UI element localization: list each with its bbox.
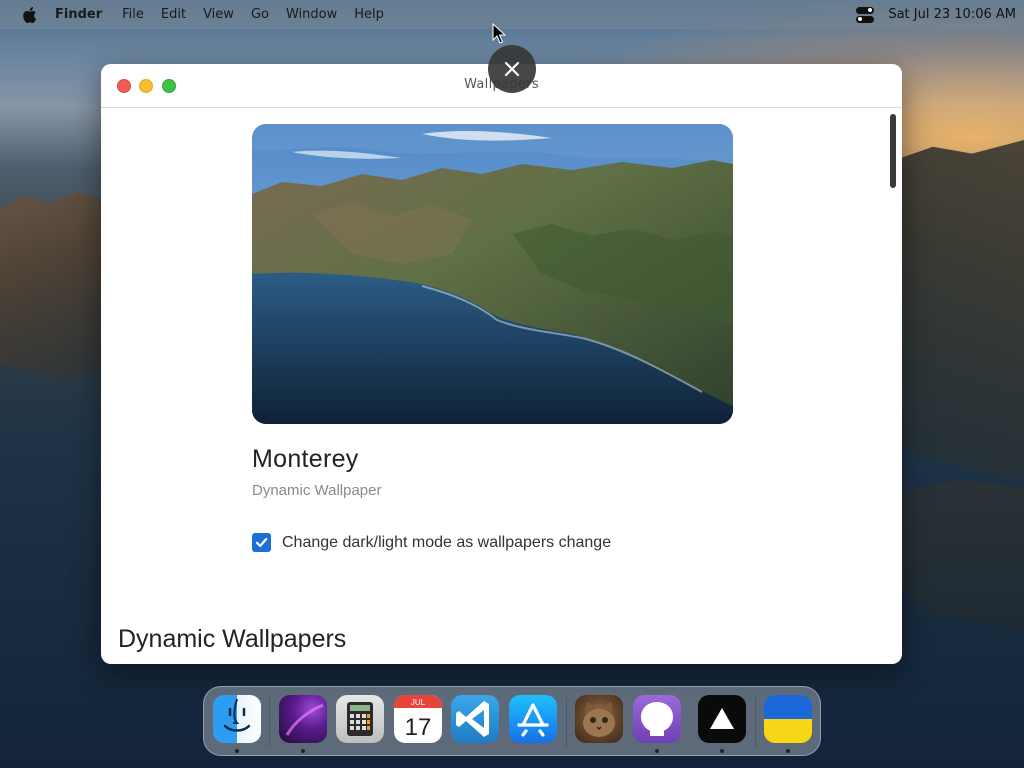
dock-github-desktop[interactable] <box>633 695 681 743</box>
vscode-icon <box>456 701 489 737</box>
dock: JUL 17 <box>203 686 821 756</box>
menu-window[interactable]: Window <box>286 7 337 22</box>
close-icon <box>504 61 520 77</box>
app-store-icon <box>517 703 549 737</box>
github-running-indicator <box>655 749 659 753</box>
calendar-day: 17 <box>405 714 432 741</box>
dock-separator <box>755 697 756 747</box>
desktop-wallpaper-mountains-left <box>0 192 110 380</box>
dock-calendar[interactable]: JUL 17 <box>394 695 442 743</box>
arc-running-indicator <box>301 749 305 753</box>
dock-arc[interactable] <box>279 695 327 743</box>
dock-app-store[interactable] <box>509 695 557 743</box>
finder-running-indicator <box>235 749 239 753</box>
dock-finder[interactable] <box>213 695 261 743</box>
menu-help[interactable]: Help <box>354 7 384 22</box>
mouse-pointer-icon <box>492 23 506 44</box>
wallpaper-preview-image[interactable] <box>252 124 733 424</box>
dock-ukraine[interactable] <box>764 695 812 743</box>
dock-separator <box>269 697 270 747</box>
scrollbar-thumb[interactable] <box>890 114 896 188</box>
cat-app-icon <box>583 701 615 737</box>
section-title: Dynamic Wallpapers <box>118 625 347 653</box>
dark-light-mode-option[interactable]: Change dark/light mode as wallpapers cha… <box>252 533 611 552</box>
arc-browser-icon <box>285 703 324 736</box>
github-icon <box>640 701 674 736</box>
menu-file[interactable]: File <box>122 7 144 22</box>
overlay-close-button[interactable] <box>488 45 536 93</box>
window-content: Monterey Dynamic Wallpaper Change dark/l… <box>101 109 902 664</box>
menu-bar-clock[interactable]: Sat Jul 23 10:06 AM <box>888 7 1016 22</box>
dock-calculator[interactable] <box>336 695 384 743</box>
ukraine-running-indicator <box>786 749 790 753</box>
wallpapers-window: Wallpapers <box>101 64 902 664</box>
calendar-icon: JUL 17 <box>394 695 442 741</box>
wallpaper-name: Monterey <box>252 445 359 473</box>
vercel-icon <box>710 708 734 729</box>
dark-light-mode-checkbox[interactable] <box>252 533 271 552</box>
calendar-month: JUL <box>411 698 426 707</box>
desktop-wallpaper-mountains-right <box>894 140 1024 480</box>
dock-cat-app[interactable] <box>575 695 623 743</box>
control-center-icon[interactable] <box>856 6 875 23</box>
menu-go[interactable]: Go <box>251 7 269 22</box>
wallpaper-subtitle: Dynamic Wallpaper <box>252 482 382 499</box>
apple-logo-icon[interactable] <box>21 6 37 24</box>
menu-view[interactable]: View <box>203 7 234 22</box>
dark-light-mode-label[interactable]: Change dark/light mode as wallpapers cha… <box>282 534 611 552</box>
dock-vscode[interactable] <box>451 695 499 743</box>
vercel-running-indicator <box>720 749 724 753</box>
calculator-icon <box>347 702 373 736</box>
dock-separator <box>566 697 567 747</box>
menu-app-name[interactable]: Finder <box>55 7 102 22</box>
finder-icon <box>223 698 251 732</box>
desktop-wallpaper-coast-right <box>894 480 1024 630</box>
menu-bar: Finder File Edit View Go Window Help Sat… <box>0 0 1024 29</box>
ukraine-flag-icon <box>764 695 812 743</box>
dock-vercel[interactable] <box>698 695 746 743</box>
menu-edit[interactable]: Edit <box>161 7 186 22</box>
